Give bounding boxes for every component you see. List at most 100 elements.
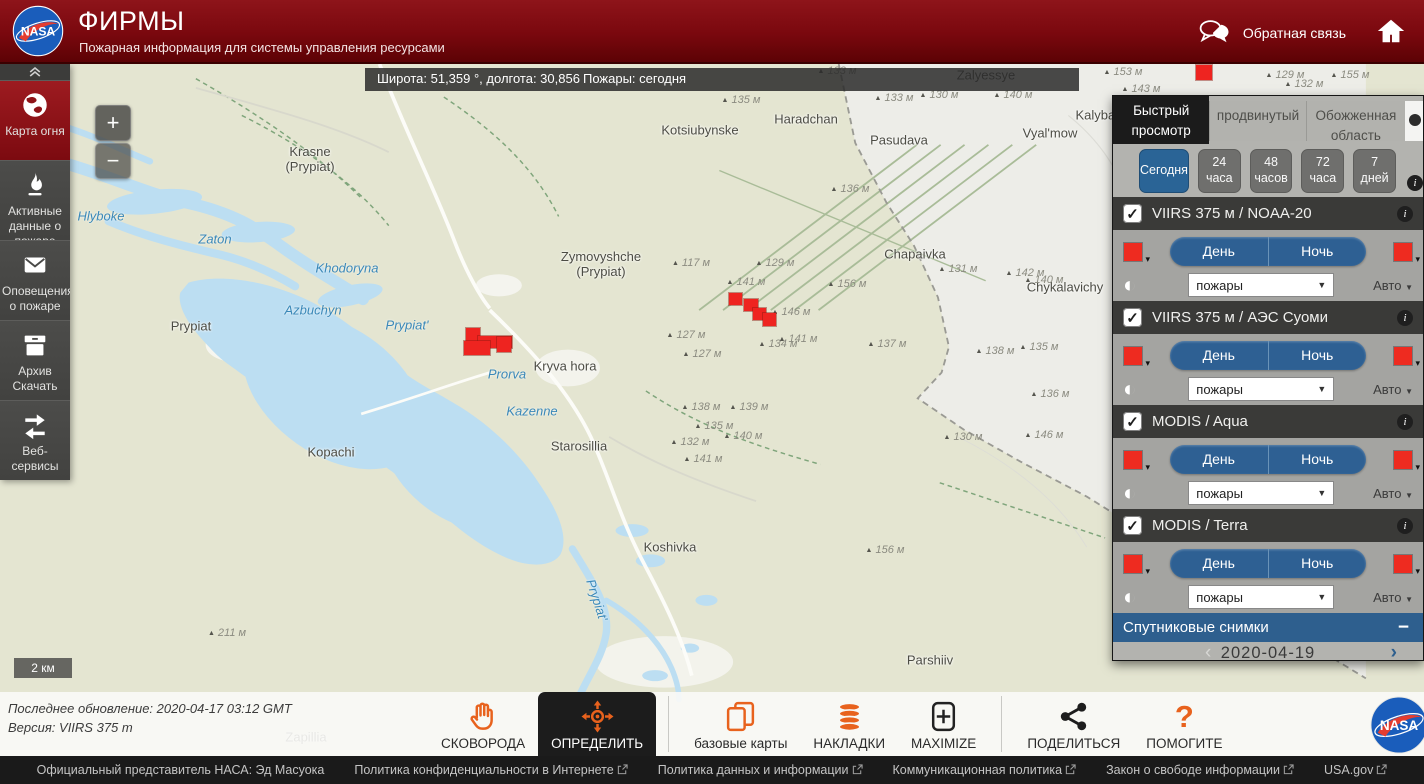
- next-date-chevron[interactable]: ›: [1391, 642, 1397, 661]
- footer-link[interactable]: Коммуникационная политика: [893, 763, 1077, 777]
- version-label: Версия: VIIRS 375 m: [8, 718, 292, 737]
- sidebar-item-label: Карта огня: [0, 122, 70, 139]
- contrast-icon[interactable]: ◐: [1123, 482, 1136, 504]
- toolbar-basemaps-button[interactable]: базовые карты: [681, 692, 800, 756]
- share-icon: [1057, 699, 1090, 733]
- time-button-24h[interactable]: 24часа: [1198, 149, 1241, 193]
- fire-detection-marker[interactable]: [1196, 65, 1212, 80]
- footer-link[interactable]: Политика конфиденциальности в Интернете: [354, 763, 627, 777]
- home-icon[interactable]: [1376, 16, 1406, 46]
- night-color-swatch[interactable]: [1393, 450, 1413, 470]
- sidebar-collapse-button[interactable]: [0, 64, 70, 80]
- elevation-triangle-icon: ▲: [727, 279, 734, 286]
- toolbar-identify-button[interactable]: ОПРЕДЕЛИТЬ: [538, 692, 656, 756]
- tab-advanced[interactable]: продвинутый: [1209, 101, 1305, 141]
- elevation-label: ▲131 м: [939, 263, 978, 275]
- zoom-in-button[interactable]: +: [95, 105, 131, 141]
- elevation-triangle-icon: ▲: [1285, 81, 1292, 88]
- layer-group: ✓MODIS / TerraiДеньНочь◐пожары▼Авто ▼: [1113, 509, 1423, 613]
- auto-select[interactable]: Авто ▼: [1373, 486, 1413, 501]
- external-link-icon: [1376, 764, 1387, 775]
- category-select[interactable]: пожары▼: [1188, 273, 1334, 297]
- nasa-logo[interactable]: NASA: [12, 5, 64, 57]
- contrast-icon[interactable]: ◐: [1123, 378, 1136, 400]
- fire-detection-marker[interactable]: [464, 341, 490, 355]
- day-button[interactable]: День: [1170, 445, 1268, 474]
- sidebar-item-archive-download[interactable]: Архив Скачать: [0, 320, 70, 400]
- category-select[interactable]: пожары▼: [1188, 377, 1334, 401]
- category-select[interactable]: пожары▼: [1188, 481, 1334, 505]
- fire-detection-marker[interactable]: [497, 337, 511, 352]
- zoom-out-button[interactable]: −: [95, 143, 131, 179]
- time-button-7d[interactable]: 7дней: [1353, 149, 1396, 193]
- category-select[interactable]: пожары▼: [1188, 585, 1334, 609]
- day-button[interactable]: День: [1170, 549, 1268, 578]
- time-button-today[interactable]: Сегодня: [1139, 149, 1189, 193]
- collapse-icon[interactable]: −: [1394, 617, 1413, 639]
- day-color-swatch[interactable]: [1123, 554, 1143, 574]
- layer-checkbox[interactable]: ✓: [1123, 412, 1142, 431]
- layer-checkbox[interactable]: ✓: [1123, 308, 1142, 327]
- footer-link[interactable]: USA.gov: [1324, 763, 1387, 777]
- tab-quick-view[interactable]: Быстрыйпросмотр: [1113, 96, 1209, 144]
- external-link-icon: [1283, 764, 1294, 775]
- night-button[interactable]: Ночь: [1269, 341, 1367, 370]
- feedback-button[interactable]: Обратная связь: [1197, 18, 1346, 47]
- info-icon[interactable]: i: [1397, 414, 1413, 430]
- toolbar-pan-button[interactable]: СКОВОРОДА: [428, 692, 538, 756]
- night-button[interactable]: Ночь: [1269, 445, 1367, 474]
- info-icon[interactable]: i: [1397, 518, 1413, 534]
- night-button[interactable]: Ночь: [1269, 549, 1367, 578]
- satellite-imagery-header[interactable]: Спутниковые снимки −: [1113, 613, 1423, 642]
- day-color-swatch[interactable]: [1123, 346, 1143, 366]
- elevation-triangle-icon: ▲: [1025, 432, 1032, 439]
- fire-detection-marker[interactable]: [729, 293, 742, 305]
- toolbar-share-button[interactable]: ПОДЕЛИТЬСЯ: [1014, 692, 1133, 756]
- contrast-icon[interactable]: ◐: [1123, 274, 1136, 296]
- footer-link[interactable]: Закон о свободе информации: [1106, 763, 1294, 777]
- day-color-swatch[interactable]: [1123, 450, 1143, 470]
- auto-select[interactable]: Авто ▼: [1373, 278, 1413, 293]
- toolbar-divider: [668, 696, 669, 752]
- sidebar-item-web-services[interactable]: Веб-сервисы: [0, 400, 70, 480]
- chevron-down-icon: ▼: [1405, 283, 1413, 292]
- day-button[interactable]: День: [1170, 341, 1268, 370]
- category-select-value: пожары: [1196, 486, 1243, 501]
- map-toolbar: Последнее обновление: 2020-04-17 03:12 G…: [0, 692, 1424, 756]
- nasa-logo[interactable]: NASA: [1370, 696, 1424, 754]
- feedback-label: Обратная связь: [1243, 25, 1346, 41]
- sidebar-item-fire-map[interactable]: Карта огня: [0, 80, 70, 160]
- night-button[interactable]: Ночь: [1269, 237, 1367, 266]
- contrast-icon[interactable]: ◐: [1123, 586, 1136, 608]
- auto-select[interactable]: Авто ▼: [1373, 382, 1413, 397]
- fire-detection-marker[interactable]: [763, 313, 776, 326]
- water-label: Zaton: [198, 232, 231, 247]
- time-button-48h[interactable]: 48часов: [1250, 149, 1293, 193]
- night-color-swatch[interactable]: [1393, 346, 1413, 366]
- toolbar-maximize-button[interactable]: MAXIMIZE: [898, 692, 989, 756]
- sidebar-item-active-fire-data[interactable]: Активные данные о пожаре: [0, 160, 70, 240]
- day-night-toggle: ДеньНочь: [1170, 237, 1366, 266]
- info-icon[interactable]: i: [1407, 175, 1423, 191]
- sidebar-item-fire-alerts[interactable]: Оповещения о пожаре: [0, 240, 70, 320]
- layer-checkbox[interactable]: ✓: [1123, 516, 1142, 535]
- night-color-swatch[interactable]: [1393, 242, 1413, 262]
- time-button-72h[interactable]: 72часа: [1301, 149, 1344, 193]
- layer-title: MODIS / Aqua: [1152, 413, 1387, 430]
- night-color-swatch[interactable]: [1393, 554, 1413, 574]
- panel-corner-button[interactable]: [1405, 101, 1423, 141]
- tab-burned-area[interactable]: Обожженнаяобласть: [1306, 101, 1405, 141]
- layer-checkbox[interactable]: ✓: [1123, 204, 1142, 223]
- info-icon[interactable]: i: [1397, 206, 1413, 222]
- day-button[interactable]: День: [1170, 237, 1268, 266]
- toolbar-overlays-button[interactable]: НАКЛАДКИ: [800, 692, 898, 756]
- layer-title: VIIRS 375 м / NOAA-20: [1152, 205, 1387, 222]
- category-select-value: пожары: [1196, 278, 1243, 293]
- info-icon[interactable]: i: [1397, 310, 1413, 326]
- day-color-swatch[interactable]: [1123, 242, 1143, 262]
- elevation-label: ▲117 м: [672, 257, 710, 269]
- toolbar-help-button[interactable]: ?ПОМОГИТЕ: [1133, 692, 1235, 756]
- auto-select[interactable]: Авто ▼: [1373, 590, 1413, 605]
- footer-link[interactable]: Политика данных и информации: [658, 763, 863, 777]
- layer-group: ✓VIIRS 375 м / АЭС СуомиiДеньНочь◐пожары…: [1113, 301, 1423, 405]
